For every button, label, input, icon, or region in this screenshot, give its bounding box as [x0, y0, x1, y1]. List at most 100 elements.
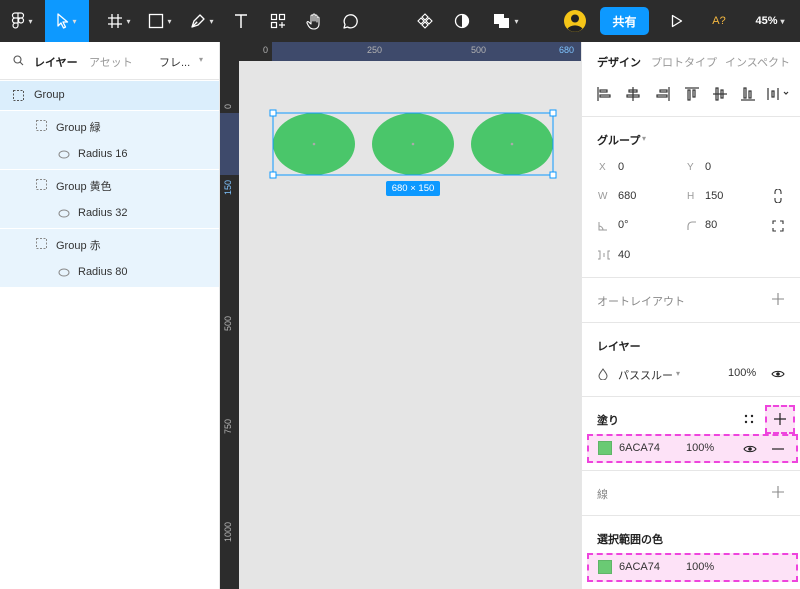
layer-row-group-red[interactable]: Group 赤: [0, 229, 219, 258]
align-right-icon[interactable]: [656, 87, 670, 101]
selection-color-row[interactable]: 6ACA74 100%: [587, 553, 798, 582]
tab-inspect[interactable]: インスペクト: [725, 54, 790, 70]
rotation-input[interactable]: 0°: [618, 219, 629, 231]
comment-tool-button[interactable]: [336, 0, 364, 42]
independent-corners-icon[interactable]: [772, 220, 784, 232]
present-button[interactable]: [664, 0, 690, 42]
user-avatar[interactable]: [562, 0, 588, 42]
layer-row-radius-80[interactable]: Radius 80: [0, 258, 219, 287]
canvas[interactable]: 680 × 150: [239, 61, 581, 589]
tab-prototype[interactable]: プロトタイプ: [651, 54, 717, 70]
selection-colors-title: 選択範囲の色: [597, 534, 663, 546]
main-menu-button[interactable]: ▾: [0, 0, 44, 42]
layer-row-group-yellow[interactable]: Group 黄色: [0, 170, 219, 199]
align-horizontal-center-icon[interactable]: [626, 87, 640, 101]
align-vertical-center-icon[interactable]: [713, 87, 727, 101]
w-label: W: [598, 191, 608, 202]
rotation-icon: [598, 222, 607, 231]
add-stroke-icon[interactable]: [772, 486, 784, 498]
center-dot: [312, 142, 316, 146]
selection-opacity-input[interactable]: 100%: [686, 561, 714, 573]
mask-button[interactable]: [449, 0, 475, 42]
boolean-button[interactable]: ▾: [486, 0, 526, 42]
hand-tool-button[interactable]: [300, 0, 328, 42]
search-icon[interactable]: [13, 55, 24, 66]
align-bottom-icon[interactable]: [741, 87, 755, 101]
eye-icon[interactable]: [743, 444, 757, 454]
avatar-icon: [564, 10, 586, 32]
style-grid-icon[interactable]: [744, 414, 754, 424]
resize-handle[interactable]: [549, 109, 557, 117]
text-tool-button[interactable]: [227, 0, 255, 42]
resize-handle[interactable]: [269, 109, 277, 117]
chevron-down-icon: ▾: [209, 16, 214, 26]
constrain-proportions-icon[interactable]: [773, 189, 783, 203]
add-fill-icon[interactable]: [774, 413, 786, 425]
ruler-tick-label: 1000: [223, 521, 233, 542]
ruler-tick-label: 500: [223, 315, 233, 331]
spacing-input[interactable]: 40: [618, 249, 630, 261]
resources-button[interactable]: [264, 0, 292, 42]
share-button[interactable]: 共有: [600, 7, 649, 35]
component-button[interactable]: [412, 0, 438, 42]
pen-tool-button[interactable]: ▾: [183, 0, 221, 42]
align-top-icon[interactable]: [685, 87, 699, 101]
font-check-button[interactable]: A?: [704, 0, 734, 42]
chevron-down-icon: ▾: [780, 16, 785, 26]
layer-row-radius-32[interactable]: Radius 32: [0, 199, 219, 228]
resize-handle[interactable]: [549, 171, 557, 179]
blend-mode-select[interactable]: パススルー: [618, 367, 673, 383]
comment-bubble-icon: [342, 13, 358, 29]
page-selector[interactable]: フレ...: [159, 54, 190, 70]
zoom-menu[interactable]: 45% ▾: [748, 0, 792, 42]
layer-label: Group 緑: [56, 122, 101, 134]
chevron-down-icon: ▾: [199, 55, 204, 64]
align-left-icon[interactable]: [597, 87, 611, 101]
ruler-vertical: 0 150 500 750 1000: [220, 61, 239, 589]
layer-row-group[interactable]: Group: [0, 81, 219, 110]
ruler-tick-label: 250: [367, 45, 383, 55]
x-input[interactable]: 0: [618, 161, 624, 173]
layer-row-group-green[interactable]: Group 緑: [0, 111, 219, 140]
shape-tool-button[interactable]: ▾: [141, 0, 179, 42]
fill-hex-input[interactable]: 6ACA74: [619, 442, 660, 454]
ruler-tick-label: 0: [223, 103, 233, 109]
height-input[interactable]: 150: [705, 190, 723, 202]
group-dashed-icon: [36, 179, 47, 190]
layers-panel: レイヤー アセット フレ... ▾ Group Group 緑 Radius 1…: [0, 42, 220, 589]
layer-row-radius-16[interactable]: Radius 16: [0, 140, 219, 169]
left-panel-tabs: レイヤー アセット フレ... ▾: [0, 42, 220, 80]
fill-color-swatch[interactable]: [598, 441, 612, 455]
frame-tool-button[interactable]: ▾: [100, 0, 138, 42]
tab-assets[interactable]: アセット: [89, 54, 133, 70]
distribute-icon[interactable]: [767, 88, 789, 100]
width-input[interactable]: 680: [618, 190, 636, 202]
add-auto-layout-icon[interactable]: [772, 293, 784, 305]
chevron-down-icon: ▾: [72, 16, 77, 26]
selection-hex-input[interactable]: 6ACA74: [619, 561, 660, 573]
tab-design[interactable]: デザイン: [597, 54, 641, 70]
contrast-half-icon: [454, 13, 470, 29]
layer-opacity-input[interactable]: 100%: [728, 367, 756, 379]
selection-color-swatch[interactable]: [598, 560, 612, 574]
resize-handle[interactable]: [269, 171, 277, 179]
divider: [582, 322, 800, 323]
group-dashed-icon: [36, 238, 47, 249]
ruler-horizontal: 0 250 500 680: [220, 42, 581, 61]
eye-icon[interactable]: [771, 369, 785, 379]
remove-fill-icon[interactable]: [772, 448, 784, 450]
chevron-down-icon[interactable]: ▾: [642, 134, 646, 143]
layer-label: Group 赤: [56, 240, 101, 252]
ruler-selection-highlight: [220, 113, 239, 175]
corner-radius-input[interactable]: 80: [705, 219, 717, 231]
move-tool-button[interactable]: ▾: [45, 0, 89, 42]
tab-layers[interactable]: レイヤー: [34, 54, 78, 70]
chevron-down-icon: ▾: [167, 16, 172, 26]
y-input[interactable]: 0: [705, 161, 711, 173]
components-grid-icon: [270, 13, 286, 29]
properties-panel: デザイン プロトタイプ インスペクト グループ ▾ X 0 Y 0 W 680 …: [581, 42, 800, 589]
fill-section-title: 塗り: [597, 415, 619, 427]
fill-opacity-input[interactable]: 100%: [686, 442, 714, 454]
rectangle-icon: [149, 13, 164, 29]
fill-row[interactable]: 6ACA74 100%: [587, 434, 798, 463]
